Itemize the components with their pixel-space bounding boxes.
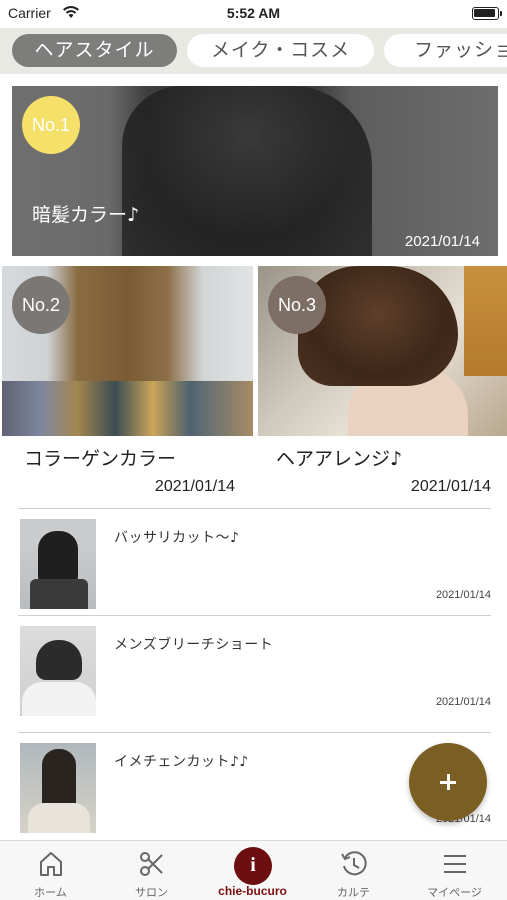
tab-hairstyle[interactable]: ヘアスタイル	[12, 34, 177, 67]
article-date: 2021/01/14	[435, 696, 491, 708]
article-date: 2021/01/14	[404, 233, 480, 250]
ranked-article-card[interactable]: No.2 コラーゲンカラー 2021/01/14	[2, 266, 253, 504]
history-icon	[341, 851, 367, 876]
rank-badge: No.3	[268, 276, 326, 334]
article-date: 2021/01/14	[154, 478, 235, 495]
tab-bar-chie-bucuro[interactable]: i chie-bucuro	[202, 841, 303, 900]
home-icon	[40, 852, 62, 876]
menu-icon	[444, 855, 466, 873]
clock: 5:52 AM	[226, 5, 281, 21]
list-item[interactable]: メンズブリーチショート 2021/01/14	[18, 615, 491, 721]
bottom-tab-bar: ホーム サロン i chie-bucuro カルテ マイページ	[0, 840, 507, 900]
tab-makeup-cosme[interactable]: メイク・コスメ	[187, 34, 374, 67]
article-thumbnail	[20, 519, 96, 609]
rank-badge: No.2	[12, 276, 70, 334]
list-item[interactable]: バッサリカット～♪ 2021/01/14	[18, 508, 491, 614]
tab-bar-salon[interactable]: サロン	[101, 841, 202, 900]
scissors-icon	[140, 852, 163, 876]
tab-bar-label: マイページ	[427, 886, 482, 899]
featured-photo	[122, 86, 372, 256]
add-post-button[interactable]	[409, 743, 487, 821]
article-title: 暗髪カラー♪	[32, 204, 140, 226]
tab-bar-mypage[interactable]: マイページ	[404, 841, 505, 900]
article-thumbnail	[20, 743, 96, 833]
category-tab-strip: ヘアスタイル メイク・コスメ ファッショ	[0, 28, 507, 74]
tab-bar-karte[interactable]: カルテ	[303, 841, 404, 900]
article-date: 2021/01/14	[410, 478, 491, 495]
tab-bar-label: カルテ	[337, 886, 370, 899]
article-thumbnail	[20, 626, 96, 716]
tab-bar-label: サロン	[135, 886, 168, 899]
tab-bar-home[interactable]: ホーム	[0, 841, 101, 900]
tab-bar-label: ホーム	[34, 886, 67, 899]
status-bar: Carrier 5:52 AM	[0, 0, 507, 28]
article-title: イメチェンカット♪♪	[114, 754, 249, 770]
article-date: 2021/01/14	[435, 589, 491, 601]
article-title: ヘアアレンジ♪	[276, 448, 403, 470]
featured-article-card[interactable]: No.1 暗髪カラー♪ 2021/01/14	[12, 86, 498, 256]
rank-badge: No.1	[22, 96, 80, 154]
article-title: バッサリカット～♪	[114, 530, 240, 546]
tab-bar-label: chie-bucuro	[218, 884, 287, 898]
article-title: メンズブリーチショート	[114, 637, 274, 653]
info-icon: i	[234, 847, 272, 885]
battery-icon	[472, 7, 502, 20]
tab-fashion[interactable]: ファッショ	[384, 34, 507, 67]
ranked-article-card[interactable]: No.3 ヘアアレンジ♪ 2021/01/14	[258, 266, 507, 504]
article-title: コラーゲンカラー	[24, 448, 177, 470]
